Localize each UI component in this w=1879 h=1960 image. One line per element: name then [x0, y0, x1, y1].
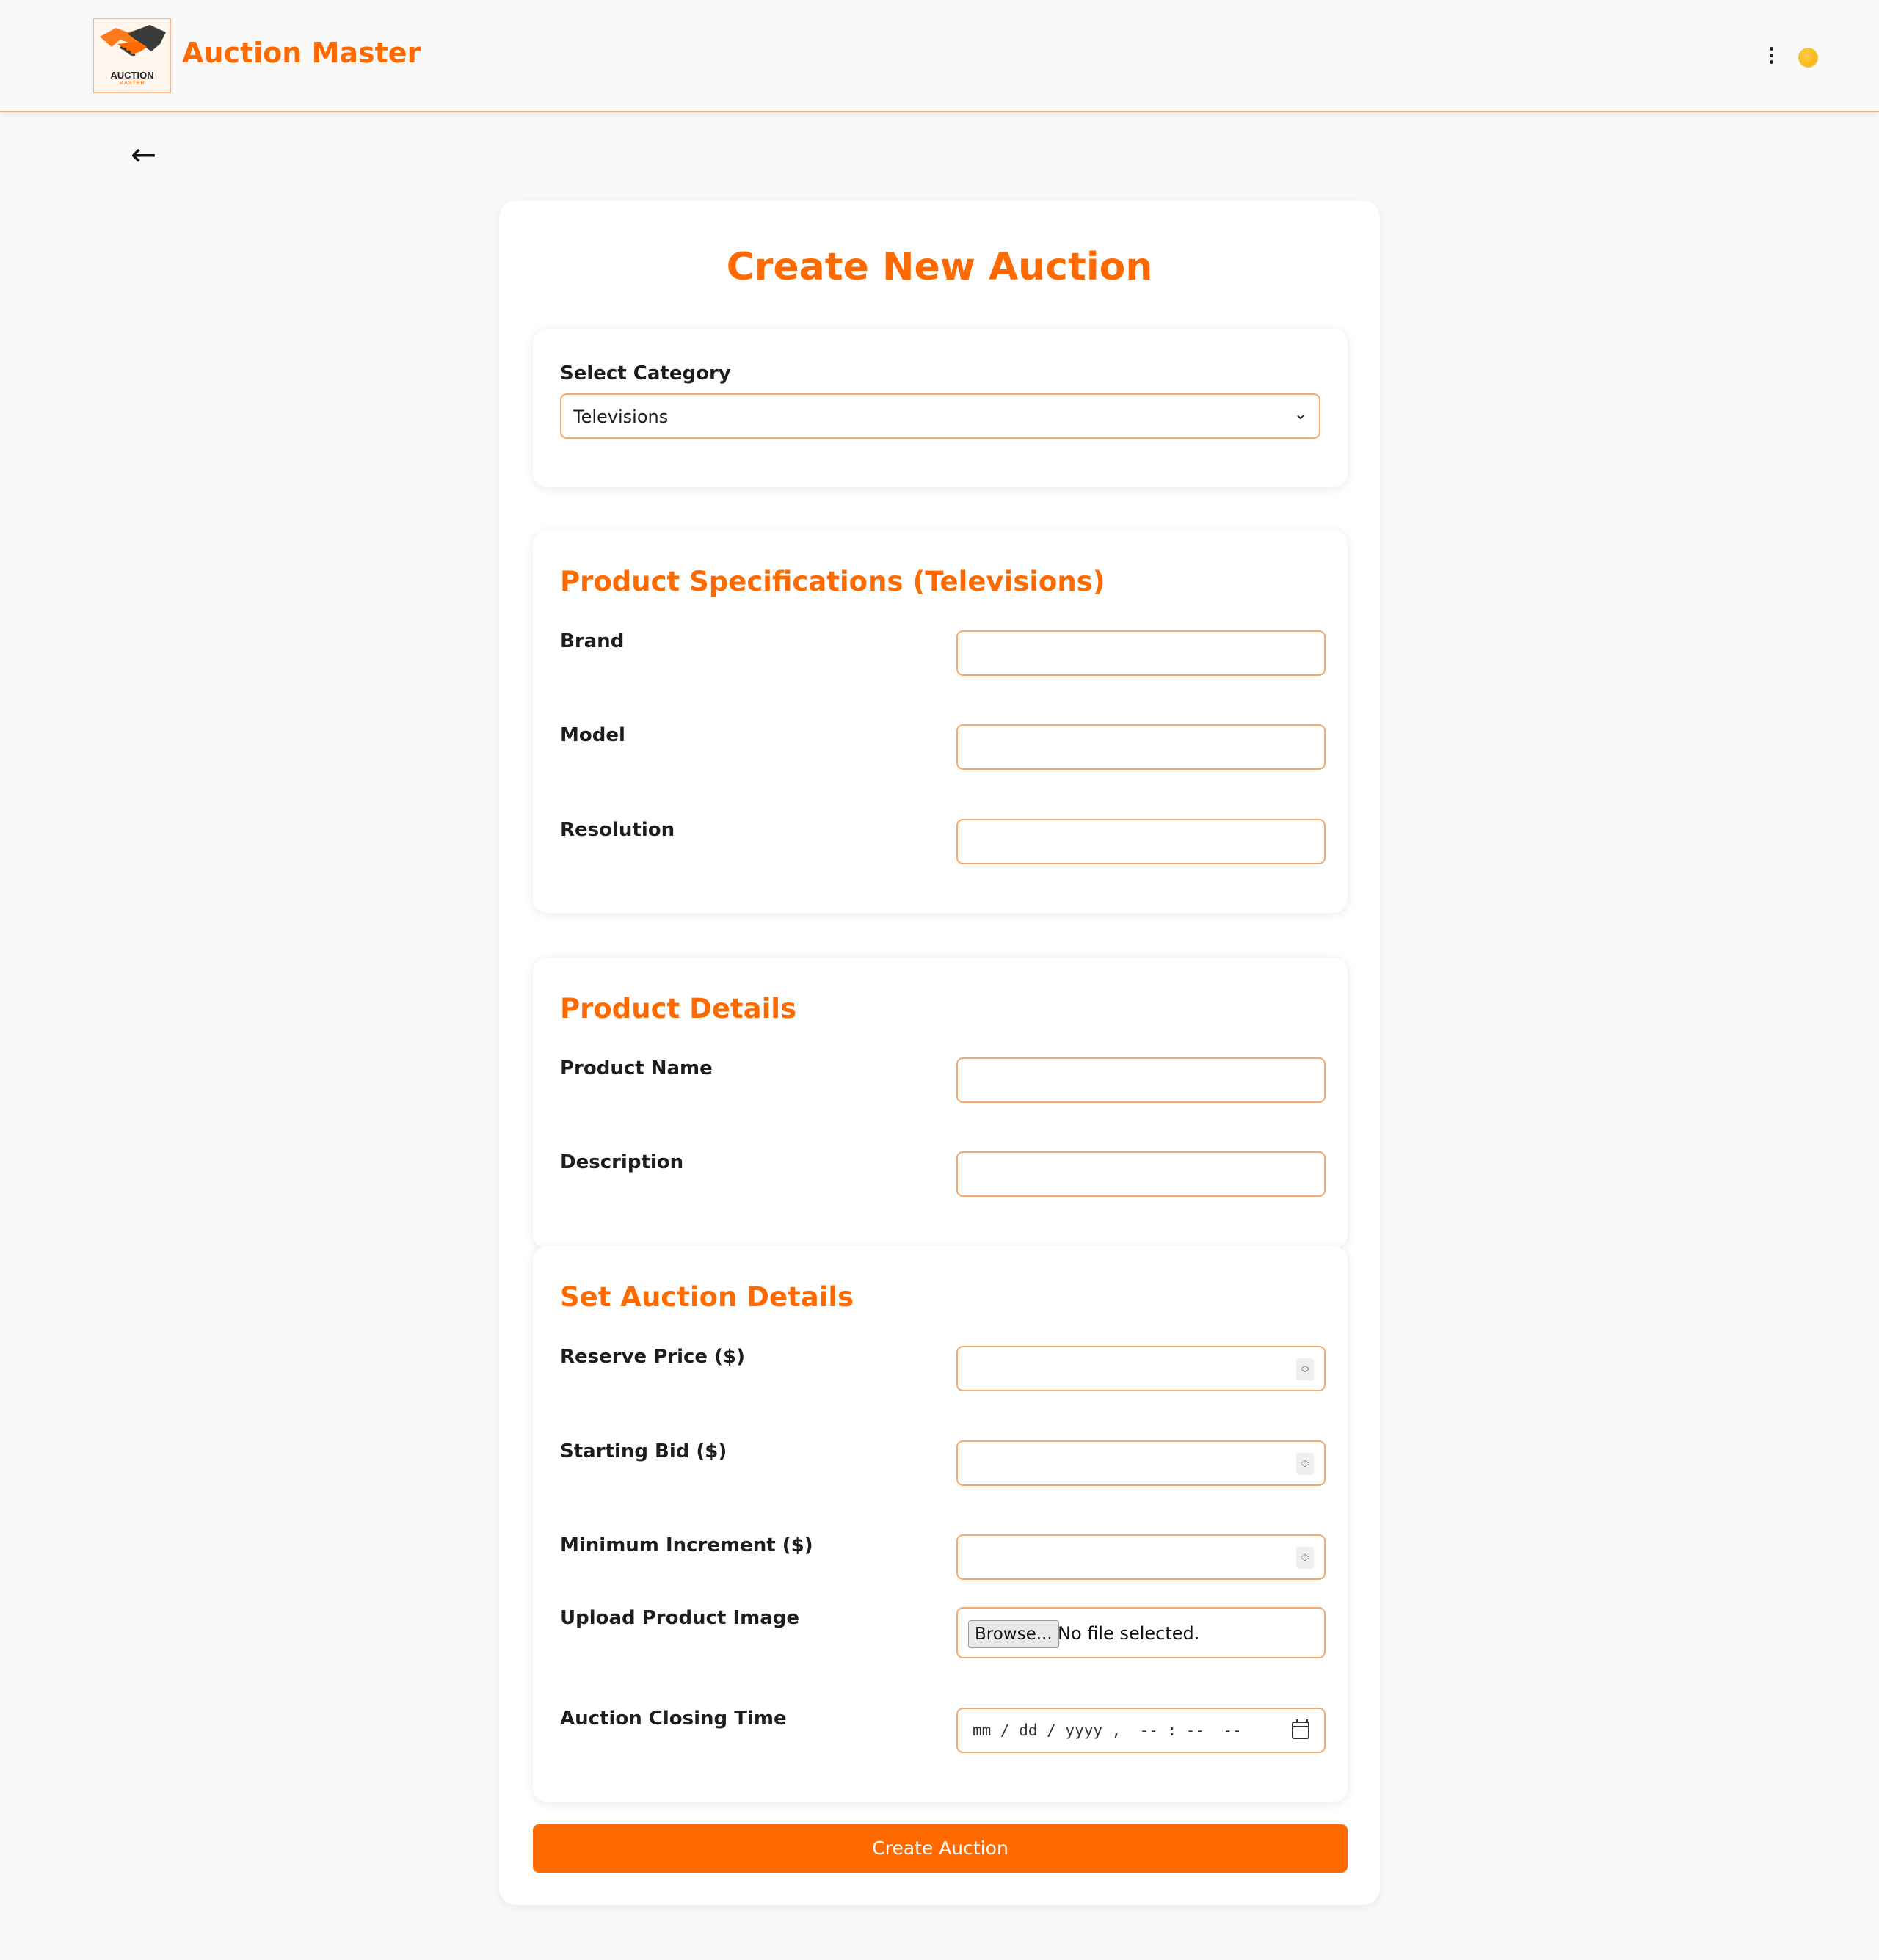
- resolution-input[interactable]: [956, 819, 1326, 864]
- category-selected-value: Televisions: [573, 407, 669, 427]
- product-name-label: Product Name: [560, 1057, 713, 1079]
- starting-bid-label: Starting Bid ($): [560, 1440, 727, 1462]
- model-input[interactable]: [956, 724, 1326, 770]
- product-details-section: Product Details Product Name Description: [533, 958, 1348, 1248]
- page-title: Create New Auction: [726, 245, 1153, 289]
- resolution-label: Resolution: [560, 819, 675, 841]
- create-auction-card: Create New Auction Select Category Telev…: [499, 201, 1380, 1905]
- specifications-section: Product Specifications (Televisions) Bra…: [533, 531, 1348, 913]
- number-spinner-icon[interactable]: ︿ ﹀: [1296, 1453, 1314, 1475]
- top-navbar: AUCTION MASTER Auction Master: [0, 0, 1879, 112]
- handshake-icon: [100, 25, 166, 57]
- calendar-icon[interactable]: [1292, 1719, 1309, 1739]
- upload-image-label: Upload Product Image: [560, 1607, 800, 1629]
- closing-time-placeholder: mm / dd / yyyy , -- : -- --: [973, 1722, 1242, 1739]
- category-section: Select Category Televisions ⌄: [533, 329, 1348, 487]
- minimum-increment-input[interactable]: ︿ ﹀: [956, 1534, 1326, 1580]
- auction-details-section: Set Auction Details Reserve Price ($) ︿ ﹀…: [533, 1246, 1348, 1802]
- brand-input[interactable]: [956, 630, 1326, 676]
- reserve-price-input[interactable]: ︿ ﹀: [956, 1346, 1326, 1391]
- closing-time-label: Auction Closing Time: [560, 1708, 787, 1730]
- number-spinner-icon[interactable]: ︿ ﹀: [1296, 1547, 1314, 1569]
- kebab-menu-icon[interactable]: [1767, 47, 1776, 69]
- product-name-input[interactable]: [956, 1057, 1326, 1103]
- reserve-price-label: Reserve Price ($): [560, 1346, 745, 1368]
- chevron-down-icon: ⌄: [1293, 405, 1307, 423]
- minimum-increment-label: Minimum Increment ($): [560, 1534, 813, 1556]
- category-label: Select Category: [560, 363, 731, 385]
- description-label: Description: [560, 1151, 684, 1173]
- sun-icon[interactable]: [1800, 49, 1817, 66]
- brand-label: Brand: [560, 630, 625, 652]
- file-status-text: No file selected.: [1058, 1623, 1200, 1644]
- browse-button[interactable]: Browse...: [968, 1620, 1059, 1648]
- app-name[interactable]: Auction Master: [182, 37, 421, 69]
- model-label: Model: [560, 724, 625, 746]
- description-input[interactable]: [956, 1151, 1326, 1197]
- upload-image-input[interactable]: Browse... No file selected.: [956, 1607, 1326, 1658]
- logo-word: AUCTION: [110, 70, 154, 81]
- create-auction-button[interactable]: Create Auction: [533, 1824, 1348, 1873]
- starting-bid-input[interactable]: ︿ ﹀: [956, 1440, 1326, 1486]
- logo-subword: MASTER: [119, 81, 145, 86]
- arrow-left-icon[interactable]: ←: [131, 138, 156, 172]
- product-details-title: Product Details: [560, 993, 796, 1024]
- specifications-title: Product Specifications (Televisions): [560, 566, 1105, 597]
- category-select[interactable]: Televisions ⌄: [560, 393, 1320, 439]
- logo[interactable]: AUCTION MASTER: [93, 18, 171, 93]
- closing-time-input[interactable]: mm / dd / yyyy , -- : -- --: [956, 1708, 1326, 1753]
- number-spinner-icon[interactable]: ︿ ﹀: [1296, 1358, 1314, 1380]
- auction-details-title: Set Auction Details: [560, 1281, 854, 1313]
